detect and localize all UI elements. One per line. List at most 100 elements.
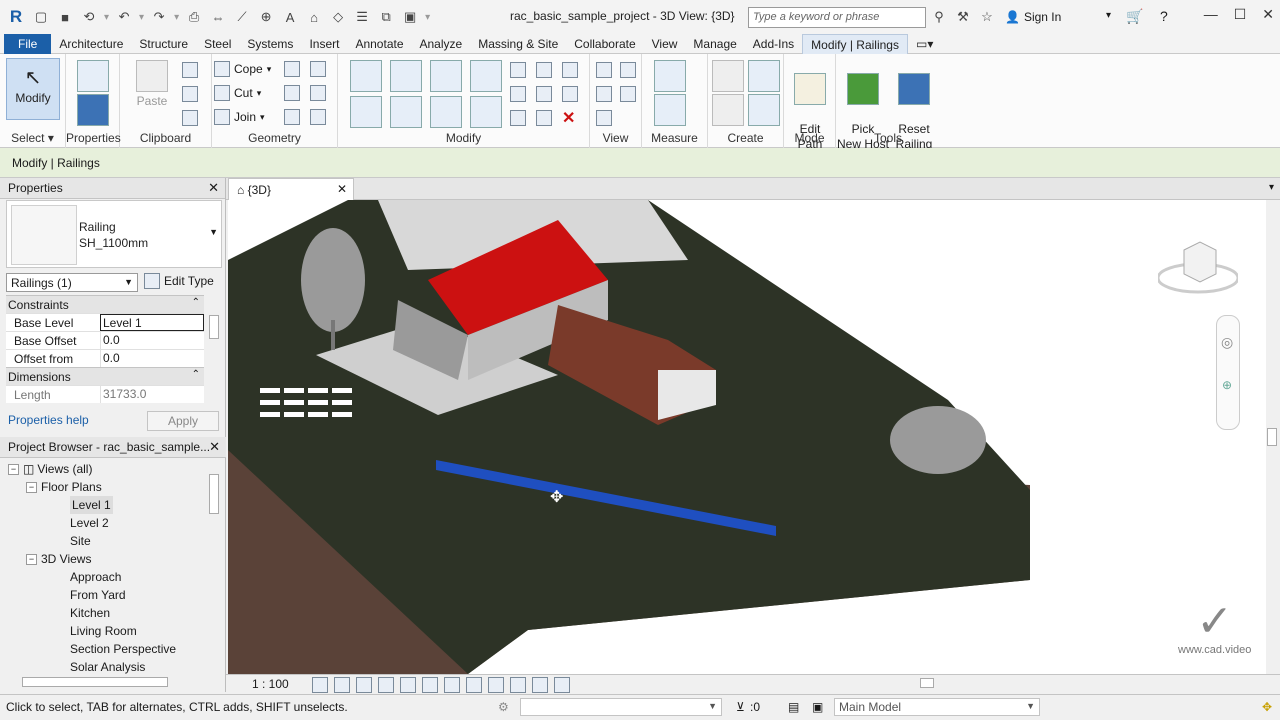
- undo-icon[interactable]: ↶: [115, 8, 133, 26]
- close-project-browser-icon[interactable]: ✕: [209, 439, 220, 455]
- scroll-thumb[interactable]: [22, 677, 168, 687]
- copy-icon[interactable]: [182, 86, 198, 102]
- browser-horizontal-scrollbar[interactable]: [6, 676, 206, 688]
- tab-massing-site[interactable]: Massing & Site: [470, 34, 566, 54]
- pin-icon[interactable]: [562, 86, 578, 102]
- sign-in-dropdown-icon[interactable]: ▾: [1106, 10, 1111, 21]
- main-model-select[interactable]: Main Model ▼: [834, 698, 1040, 716]
- reveal-hidden-icon[interactable]: [510, 677, 526, 693]
- paint-icon[interactable]: [310, 61, 326, 77]
- tab-file[interactable]: File: [4, 33, 52, 54]
- tree-item-solar-analysis[interactable]: Solar Analysis: [8, 658, 204, 676]
- measure-distance-icon[interactable]: [654, 60, 686, 92]
- show-crop-icon[interactable]: [444, 677, 460, 693]
- thin-lines-icon[interactable]: ☰: [353, 8, 371, 26]
- type-dropdown-icon[interactable]: ▼: [209, 227, 218, 237]
- override-graphics-icon[interactable]: [620, 62, 636, 78]
- trim-multiple-icon[interactable]: [536, 110, 552, 126]
- trim-extend-icon[interactable]: [470, 96, 502, 128]
- select-links-icon[interactable]: ▣: [812, 700, 823, 714]
- 3d-viewport[interactable]: ✥ ◎ ⊕ ✓ www.cad.video: [228, 200, 1266, 674]
- properties-scrollbar[interactable]: [208, 295, 220, 403]
- tab-3d-view[interactable]: ⌂ {3D} ✕: [228, 178, 354, 200]
- properties-icon[interactable]: [77, 94, 109, 126]
- close-tab-icon[interactable]: ✕: [337, 182, 347, 196]
- type-selector[interactable]: Railing SH_1100mm ▼: [6, 200, 222, 268]
- tab-analyze[interactable]: Analyze: [412, 34, 471, 54]
- close-window-icon[interactable]: ✕: [1262, 6, 1274, 23]
- mirror-draw-axis-icon[interactable]: [470, 60, 502, 92]
- tab-modify-railings[interactable]: Modify | Railings: [802, 33, 908, 54]
- tree-item-from-yard[interactable]: From Yard: [8, 586, 204, 604]
- subscription-icon[interactable]: ⚒: [954, 8, 972, 26]
- demolish-icon[interactable]: [310, 85, 326, 101]
- collapse-toggle-icon[interactable]: −: [26, 481, 37, 493]
- base-offset-field[interactable]: 0.0: [100, 332, 204, 349]
- remove-paint-icon[interactable]: [284, 109, 300, 125]
- 3d-view-icon[interactable]: ⌂: [305, 8, 323, 26]
- section-icon[interactable]: ◇: [329, 8, 347, 26]
- property-row[interactable]: Offset from P...0.0: [6, 349, 204, 380]
- scale-icon[interactable]: [536, 86, 552, 102]
- browser-vertical-scrollbar[interactable]: [208, 460, 220, 674]
- zoom-icon[interactable]: ⊕: [1222, 378, 1232, 392]
- steering-wheel-icon[interactable]: ◎: [1221, 334, 1233, 351]
- tab-add-ins[interactable]: Add-Ins: [745, 34, 802, 54]
- scroll-thumb[interactable]: [209, 474, 219, 514]
- help-icon[interactable]: ?: [1160, 8, 1168, 24]
- close-hidden-icon[interactable]: ⧉: [377, 8, 395, 26]
- cut-geometry-button[interactable]: Cut ▾: [214, 85, 261, 101]
- customize-qat-icon[interactable]: ▾: [425, 12, 430, 23]
- modify-button[interactable]: ↖ Modify: [6, 58, 60, 120]
- collapse-icon[interactable]: ⌃: [192, 297, 200, 308]
- crop-view-icon[interactable]: [422, 677, 438, 693]
- tree-node-floor-plans[interactable]: − Floor Plans: [8, 478, 204, 496]
- search-input[interactable]: Type a keyword or phrase: [748, 7, 926, 28]
- tab-menu-icon[interactable]: ▾: [1269, 182, 1274, 193]
- trim-single-icon[interactable]: [510, 110, 526, 126]
- tab-manage[interactable]: Manage: [685, 34, 744, 54]
- wall-joins-icon[interactable]: [284, 85, 300, 101]
- tab-architecture[interactable]: Architecture: [51, 34, 131, 54]
- sign-in-button[interactable]: 👤 Sign In: [1005, 10, 1061, 24]
- view-scale[interactable]: 1 : 100: [252, 677, 289, 691]
- create-group-icon[interactable]: [712, 94, 744, 126]
- render-icon[interactable]: [400, 677, 416, 693]
- redo-icon[interactable]: ↷: [150, 8, 168, 26]
- tab-structure[interactable]: Structure: [131, 34, 196, 54]
- collapse-icon[interactable]: ⌃: [192, 369, 200, 380]
- autodesk-app-store-icon[interactable]: 🛒: [1126, 8, 1143, 25]
- select-box-icon[interactable]: [596, 110, 612, 126]
- scroll-thumb[interactable]: [920, 678, 934, 688]
- tree-item-section-perspective[interactable]: Section Perspective: [8, 640, 204, 658]
- split-element-icon[interactable]: [510, 62, 526, 78]
- dropdown-arrow-icon[interactable]: ▾: [174, 12, 179, 23]
- split-icon[interactable]: [310, 109, 326, 125]
- shadows-icon[interactable]: [378, 677, 394, 693]
- aligned-dimension-icon[interactable]: [654, 94, 686, 126]
- minimize-icon[interactable]: —: [1204, 6, 1218, 23]
- unpin-icon[interactable]: [562, 62, 578, 78]
- mirror-pick-axis-icon[interactable]: [430, 60, 462, 92]
- paste-button[interactable]: Paste: [130, 60, 174, 109]
- tree-node-3d-views[interactable]: −3D Views: [8, 550, 204, 568]
- maximize-icon[interactable]: ☐: [1234, 6, 1247, 23]
- switch-windows-icon[interactable]: ▣: [401, 8, 419, 26]
- dimension-icon[interactable]: ⟋: [233, 8, 251, 26]
- favorites-star-icon[interactable]: ☆: [978, 8, 996, 26]
- revit-logo-icon[interactable]: R: [6, 7, 26, 26]
- tree-node-views-all[interactable]: − ◫ Views (all): [8, 460, 204, 478]
- filter-icon[interactable]: [620, 86, 636, 102]
- property-row[interactable]: Base Offset 0.0: [6, 331, 204, 349]
- tab-annotate[interactable]: Annotate: [347, 34, 411, 54]
- tree-item-kitchen[interactable]: Kitchen: [8, 604, 204, 622]
- hide-isolate-icon[interactable]: [488, 677, 504, 693]
- hide-in-view-icon[interactable]: [596, 62, 612, 78]
- detail-level-icon[interactable]: [312, 677, 328, 693]
- constraints-section[interactable]: Constraints ⌃: [6, 295, 204, 313]
- dimensions-section[interactable]: Dimensions ⌃: [6, 367, 204, 385]
- split-face-icon[interactable]: [284, 61, 300, 77]
- analytical-model-icon[interactable]: [554, 677, 570, 693]
- type-properties-icon[interactable]: [77, 60, 109, 92]
- canvas-horizontal-scrollbar[interactable]: [616, 677, 1256, 689]
